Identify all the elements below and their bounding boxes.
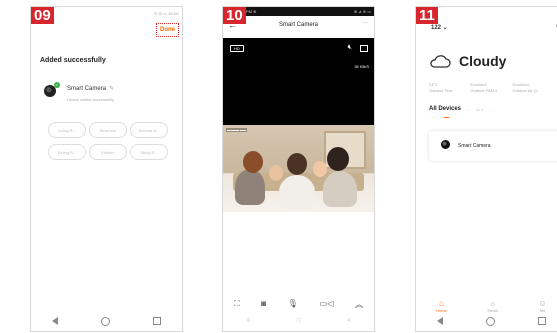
check-icon: ✓ [54,82,60,88]
added-heading: Added successfully [40,57,106,64]
device-name: Smart Camera [67,86,107,92]
video-timestamp: ▬▬▬▬ ▬▬ [226,128,247,132]
camera-controls: ⛶ ◙ 🎙︎ ▭◁ ︽ [223,299,374,310]
phone-screen-camera: 10 PM ⊕ ⊕ ⊿ ≋ ▭ ← Smart Camera ··· HD 🔇︎… [222,6,375,332]
hd-toggle[interactable]: HD [230,45,244,52]
camera-device-icon [441,140,450,149]
video-child-head [269,165,283,181]
done-button[interactable]: Done [156,23,179,37]
video-person [323,171,357,207]
fullscreen-icon[interactable] [360,45,368,52]
device-name: Smart Camera [458,143,491,149]
room-chip[interactable]: Study R... [130,144,168,160]
video-person-head [327,147,349,171]
expand-icon[interactable]: ︽ [355,299,363,310]
status-right: ⊕ ⊿ ≋ ▭ [353,9,371,14]
back-nav-icon[interactable] [437,317,444,325]
phone-screen-home: 11 122 ⌄ ⏻ Cloudy 24°C Outdoor Tem... Ex… [415,6,557,332]
video-child-head [313,161,327,177]
weather-stats: 24°C Outdoor Tem... Excellent Outdoor PM… [429,82,557,94]
camera-icon[interactable]: ◙ [261,299,266,310]
room-chip[interactable]: Second B... [130,122,168,138]
status-right: ⊙ ◎ ▭ 10:44 [154,11,178,16]
bitrate-label: 35 KB/S [354,64,369,69]
room-chip[interactable]: Kitchen [89,144,127,160]
cloud-icon [430,55,451,68]
stat-label: Outdoor Air Q... [512,88,541,93]
home-nav-icon[interactable] [100,316,110,326]
home-selector[interactable]: 122 ⌄ [431,24,448,31]
system-nav-bar [31,311,182,331]
video-person-head [287,153,307,175]
home-nav-icon[interactable] [485,316,495,326]
step-badge: 11 [416,7,438,24]
camera-device-icon: ✓ [44,82,60,97]
weather-stat: Excellent Outdoor PM2.5 [470,82,497,94]
device-name-row[interactable]: Smart Camera ✎ [67,85,114,92]
device-card[interactable]: Smart Camera [429,131,557,161]
mute-icon[interactable]: 🔇︎ [348,44,352,52]
back-nav-icon[interactable]: < [347,318,351,324]
room-chips: Living R... Bedroom Second B... Dining R… [48,122,176,160]
screenshot-icon[interactable]: ⛶ [234,299,240,310]
smart-icon: ☼ [489,299,497,308]
back-nav-icon[interactable] [52,317,59,325]
room-chip[interactable]: Dining R... [48,144,86,160]
tab-all-devices[interactable]: All Devices [429,106,461,112]
live-video[interactable]: ▬▬▬▬ ▬▬ [223,125,374,212]
weather-label: Cloudy [459,53,507,69]
weather-stat: Excellent Outdoor Air Q... [513,82,541,94]
tab-room[interactable]: ... [489,107,492,112]
stat-label: Outdoor Tem... [429,88,456,93]
recents-nav-icon[interactable] [152,317,161,325]
microphone-icon[interactable]: 🎙︎ [288,299,298,310]
video-person [279,175,315,209]
tab-room[interactable]: Li..r [476,107,483,112]
system-nav-bar: ≡ □ < [223,311,374,331]
room-chip[interactable]: Living R... [48,122,86,138]
step-badge: 09 [31,7,54,24]
video-person [235,169,265,205]
weather-stat: 24°C Outdoor Tem... [429,82,455,94]
home-nav-icon[interactable]: □ [297,318,301,324]
tab-room[interactable]: ... [467,107,470,112]
me-icon: ☺ [538,299,547,308]
phone-screen-added: 09 ⊙ ◎ ▭ 10:44 Done Added successfully ✓… [30,6,183,332]
tab-underline [444,117,449,118]
recents-nav-icon[interactable] [537,317,546,325]
room-tabs: All Devices ... Li..r ... [429,106,557,112]
home-icon: ⌂ [439,299,444,308]
video-person-head [243,151,263,173]
device-status: Device added successfully [67,97,115,102]
room-chip[interactable]: Bedroom [89,122,127,138]
record-icon[interactable]: ▭◁ [320,299,334,310]
step-badge: 10 [223,7,246,24]
status-left: PM ⊕ [246,9,257,14]
menu-nav-icon[interactable]: ≡ [246,318,250,324]
system-nav-bar [416,311,557,331]
stat-label: Outdoor PM2.5 [470,88,498,93]
edit-icon[interactable]: ✎ [109,86,114,92]
more-icon[interactable]: ··· [362,20,368,26]
